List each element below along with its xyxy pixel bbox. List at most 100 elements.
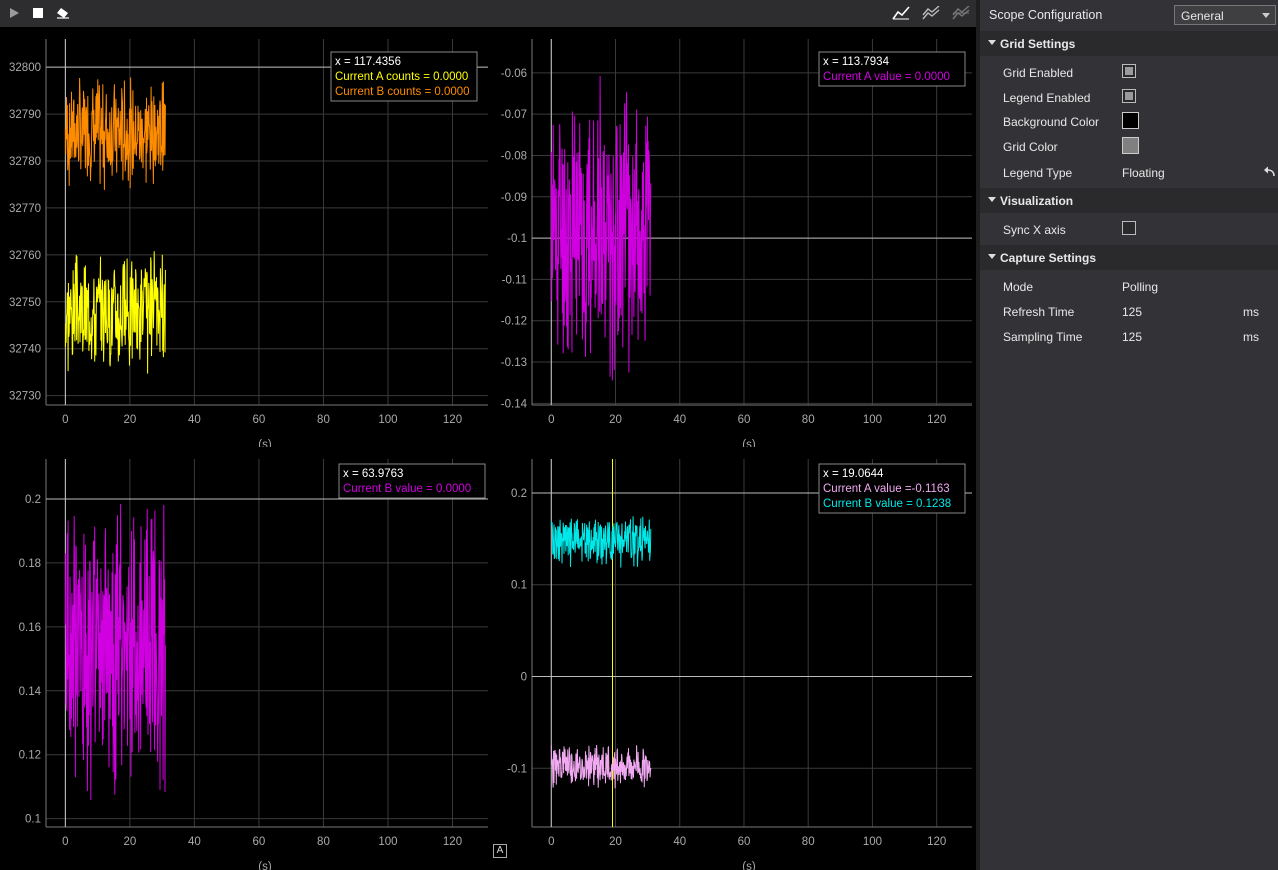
y-tick-label: 0.2 <box>25 494 41 506</box>
prop-label: Grid Color <box>1003 139 1058 154</box>
y-tick-label: -0.14 <box>501 398 528 410</box>
x-tick-label: 20 <box>123 414 136 426</box>
y-tick-label: 0 <box>521 671 527 683</box>
floating-legend[interactable]: x = 117.4356 Current A counts = 0.0000 Cur… <box>330 51 478 102</box>
prop-grid-color: Grid Color <box>980 134 1278 159</box>
series-line <box>64 77 166 190</box>
x-tick-label: 100 <box>378 414 397 426</box>
y-tick-label: 0.2 <box>511 488 527 500</box>
scope-configuration-panel: Scope Configuration General Grid Setting… <box>980 0 1278 870</box>
x-axis-label: (s) <box>742 861 756 870</box>
legend-entry: x = 19.0644 <box>823 468 884 480</box>
play-icon[interactable] <box>4 4 24 22</box>
chart-bottom-left[interactable]: 0 20 40 60 80 100 120 0.1 0.12 0.14 0.16 0.18 0.2 (s)… <box>0 447 490 870</box>
y-tick-label: 32730 <box>9 391 41 403</box>
prop-grid-enabled: Grid Enabled <box>980 60 1278 85</box>
floating-legend[interactable]: x = 113.7934 Current A value = 0.0000 <box>818 51 966 87</box>
prop-background-color: Background Color <box>980 109 1278 134</box>
sampling-time-value[interactable]: 125 <box>1122 330 1142 344</box>
plots-area: 0 20 40 60 80 100 120 32730 32740 32750 32760 32770… <box>0 27 976 870</box>
refresh-time-value[interactable]: 125 <box>1122 305 1142 319</box>
legend-entry: x = 113.7934 <box>823 56 890 68</box>
x-tick-label: 0 <box>548 414 554 426</box>
prop-refresh-time: Refresh Time 125 ms <box>980 299 1278 324</box>
section-capture-settings[interactable]: Capture Settings <box>980 245 1278 270</box>
x-tick-label: 100 <box>378 836 397 848</box>
config-dropdown-value: General <box>1181 9 1224 23</box>
line-chart-alt-icon[interactable] <box>921 4 941 22</box>
grid-color-swatch[interactable] <box>1122 137 1139 154</box>
prop-label: Sync X axis <box>1003 222 1066 237</box>
section-title: Capture Settings <box>1000 250 1097 265</box>
prop-label: Sampling Time <box>1003 329 1083 344</box>
y-tick-label: 0.18 <box>19 558 41 570</box>
series-line <box>550 75 652 381</box>
chart-top-left[interactable]: 0 20 40 60 80 100 120 32730 32740 32750 32760 32770… <box>0 27 490 447</box>
line-chart-disabled-icon[interactable] <box>951 4 971 22</box>
reset-icon[interactable] <box>1264 166 1276 178</box>
y-tick-label: 0.1 <box>25 814 41 826</box>
legend-entry: x = 63.9763 <box>343 468 403 480</box>
y-tick-label: -0.12 <box>501 316 527 328</box>
x-tick-label: 120 <box>443 836 462 848</box>
x-tick-label: 60 <box>253 836 266 848</box>
collapse-triangle-icon <box>988 254 996 259</box>
x-tick-label: 0 <box>548 836 554 848</box>
chart-top-right[interactable]: 0 20 40 60 80 100 120 -0.14 -0.13 -0.12 -0.11 -0.1 -… <box>490 27 976 447</box>
x-tick-label: 60 <box>738 836 751 848</box>
prop-label: Mode <box>1003 279 1034 294</box>
y-tick-label: -0.06 <box>501 68 527 80</box>
scope-toolbar <box>0 0 976 27</box>
x-axis-label: (s) <box>742 439 756 447</box>
series-line <box>550 744 652 789</box>
x-tick-label: 40 <box>673 836 686 848</box>
x-tick-label: 100 <box>863 836 882 848</box>
legend-entry: Current B value = 0.0000 <box>343 483 471 495</box>
y-tick-label: -0.09 <box>501 192 527 204</box>
sync-x-axis-checkbox[interactable] <box>1122 221 1136 235</box>
legend-entry: Current A value = 0.0000 <box>823 71 950 83</box>
series-line <box>64 503 166 801</box>
y-tick-label: 32740 <box>9 344 41 356</box>
legend-entry: Current B value = 0.1238 <box>823 498 951 510</box>
section-visualization[interactable]: Visualization <box>980 188 1278 213</box>
y-tick-label: -0.07 <box>501 109 527 121</box>
x-tick-label: 80 <box>317 836 330 848</box>
config-dropdown[interactable]: General <box>1174 5 1276 25</box>
x-tick-label: 20 <box>609 836 622 848</box>
floating-legend[interactable]: x = 63.9763 Current B value = 0.0000 <box>338 463 486 499</box>
x-tick-label: 120 <box>443 414 462 426</box>
series-line <box>550 516 652 568</box>
x-tick-label: 60 <box>738 414 751 426</box>
stop-icon[interactable] <box>28 4 48 22</box>
chart-bottom-right[interactable]: 0 20 40 60 80 100 120 -0.1 0 0.1 0.2 (s) x = 19.0644… <box>490 447 976 870</box>
y-tick-label: 0.12 <box>19 750 41 762</box>
legend-enabled-checkbox[interactable] <box>1122 89 1136 103</box>
x-tick-label: 120 <box>927 836 946 848</box>
floating-legend[interactable]: x = 19.0644 Current A value =-0.1163 Curre… <box>818 463 966 514</box>
y-tick-label: 0.14 <box>19 686 42 698</box>
line-chart-icon[interactable] <box>891 4 911 22</box>
legend-entry: Current B counts = 0.0000 <box>335 86 470 98</box>
grid-enabled-checkbox[interactable] <box>1122 64 1136 78</box>
prop-label: Refresh Time <box>1003 304 1075 319</box>
x-axis-label: (s) <box>258 861 272 870</box>
legend-type-value[interactable]: Floating <box>1122 166 1165 180</box>
background-color-swatch[interactable] <box>1122 112 1139 129</box>
x-tick-label: 40 <box>188 836 201 848</box>
y-tick-label: -0.08 <box>501 150 527 162</box>
legend-entry: x = 117.4356 <box>335 56 401 68</box>
eraser-icon[interactable] <box>53 4 73 22</box>
x-tick-label: 0 <box>62 836 68 848</box>
x-tick-label: 40 <box>188 414 201 426</box>
x-tick-label: 80 <box>802 836 815 848</box>
y-tick-label: -0.13 <box>501 357 527 369</box>
y-tick-label: -0.1 <box>507 233 527 245</box>
x-tick-label: 20 <box>609 414 622 426</box>
prop-label: Background Color <box>1003 114 1100 129</box>
y-tick-label: 32750 <box>9 297 41 309</box>
section-grid-settings[interactable]: Grid Settings <box>980 31 1278 56</box>
y-tick-label: 32790 <box>9 109 41 121</box>
auto-scale-button[interactable]: A <box>493 844 507 858</box>
mode-value[interactable]: Polling <box>1122 280 1158 294</box>
